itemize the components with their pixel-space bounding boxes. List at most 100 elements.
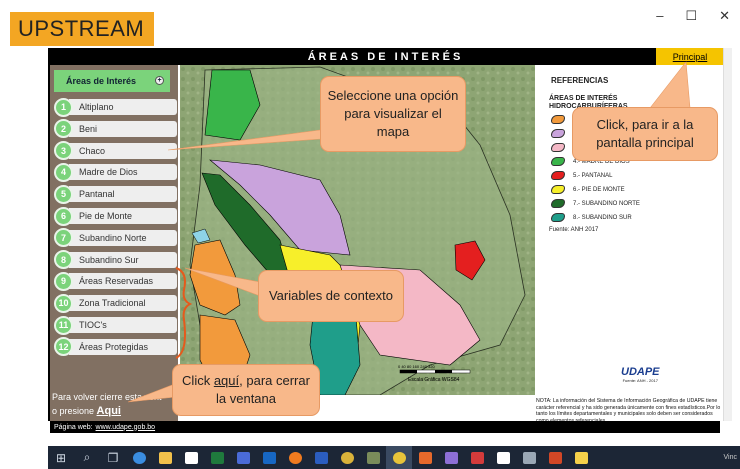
sidebar-item-number: 4 (54, 162, 73, 182)
scale-ticks: 0 40 80 160 240 320 (398, 364, 435, 369)
reference-label: 7.- SUBANDINO NORTE (573, 200, 640, 207)
sidebar-item-number: 10 (54, 293, 73, 313)
sidebar-item-label: Pie de Monte (69, 208, 177, 224)
sidebar-item-label: Áreas Protegidas (69, 338, 177, 355)
reference-swatch (551, 213, 565, 222)
principal-link[interactable]: Principal (656, 48, 724, 65)
firefox-icon[interactable] (282, 446, 308, 469)
sidebar-item-label: Beni (69, 120, 177, 137)
aqui-link[interactable]: Aqui (97, 405, 121, 417)
search-icon[interactable]: ⌕ (74, 446, 100, 469)
reference-item: 8.- SUBANDINO SUR (551, 213, 720, 222)
reference-label: 5.- PANTANAL (573, 172, 613, 179)
reference-swatch (551, 199, 565, 208)
photos-icon[interactable] (490, 446, 516, 469)
word-icon[interactable] (308, 446, 334, 469)
volver-line2: o presione (52, 405, 95, 416)
footer-bar: Página web: www.udape.gob.bo (50, 421, 720, 433)
sidebar-item-number: 3 (54, 141, 73, 161)
sidebar-item-number: 5 (54, 184, 73, 204)
maximize-button[interactable]: ☐ (685, 8, 697, 24)
reference-item: 7.- SUBANDINO NORTE (551, 199, 720, 208)
sidebar-item-label: Altiplano (69, 99, 177, 115)
reference-item: 5.- PANTANAL (551, 171, 720, 180)
references-title: REFERENCIAS (551, 76, 609, 85)
sidebar-item-label: Madre de Dios (69, 164, 177, 181)
task-view-icon[interactable]: ❐ (100, 446, 126, 469)
footer-label: Página web: (54, 423, 93, 431)
sidebar-item[interactable]: 5 Pantanal (54, 184, 178, 204)
sidebar: Áreas de Interés + 1 Altiplano 2 Beni 3 Chaco… (50, 65, 178, 421)
reference-swatch (551, 115, 565, 124)
reference-label: 6.- PIE DE MONTE (573, 186, 625, 193)
start-icon[interactable]: ⊞ (48, 446, 74, 469)
sidebar-item[interactable]: 2 Beni (54, 119, 178, 139)
app-icon-orange[interactable] (412, 446, 438, 469)
sidebar-item[interactable]: 10 Zona Tradicional (54, 293, 178, 313)
app-title: ÁREAS DE INTERÉS (307, 50, 464, 63)
sidebar-item-number: 1 (54, 97, 73, 117)
app-icon-yellow[interactable] (334, 446, 360, 469)
sidebar-item-label: Subandino Norte (69, 229, 177, 246)
app-icon-purple[interactable] (438, 446, 464, 469)
reference-swatch (551, 157, 565, 166)
scale-label: Escala Gráfica WGS84 (408, 377, 460, 383)
sidebar-item-number: 9 (54, 271, 73, 291)
app-icon-red-blue[interactable] (464, 446, 490, 469)
reference-label: 8.- SUBANDINO SUR (573, 214, 632, 221)
reference-swatch (551, 129, 565, 138)
sidebar-item[interactable]: 1 Altiplano (54, 97, 178, 117)
app-title-bar: ÁREAS DE INTERÉS Principal (48, 48, 724, 65)
sidebar-item-number: 8 (54, 250, 73, 270)
callout-seleccione-text: Seleccione una opción para visualizar el… (327, 88, 459, 139)
references-subtitle: ÁREAS DE INTERÉS (549, 95, 618, 102)
app-icon-gray[interactable] (516, 446, 542, 469)
areas-header-label: Áreas de Interés (66, 76, 137, 86)
sidebar-item[interactable]: 9 Áreas Reservadas (54, 271, 178, 291)
app-icon-blue[interactable] (230, 446, 256, 469)
udape-logo: UDAPE Fuente: ANH - 2017 (621, 366, 660, 383)
sidebar-item[interactable]: 8 Subandino Sur (54, 250, 178, 270)
sidebar-item[interactable]: 4 Madre de Dios (54, 162, 178, 182)
chrome-icon[interactable] (386, 446, 412, 469)
sidebar-item-label: Subandino Sur (69, 251, 177, 268)
store-icon[interactable] (178, 446, 204, 469)
sidebar-item-label: Áreas Reservadas (69, 273, 177, 290)
minimize-button[interactable]: – (656, 8, 663, 24)
outlook-icon[interactable] (256, 446, 282, 469)
sidebar-item-number: 6 (54, 206, 73, 226)
sidebar-item[interactable]: 11 TIOC's (54, 315, 178, 335)
sidebar-item[interactable]: 12 Áreas Protegidas (54, 337, 178, 357)
callout-variables: Variables de contexto (258, 270, 404, 322)
app-icon-photo[interactable] (360, 446, 386, 469)
reference-swatch (551, 185, 565, 194)
taskbar-vinc-text: Vinc (723, 454, 738, 461)
sidebar-item-label: Zona Tradicional (69, 295, 177, 312)
sidebar-item[interactable]: 3 Chaco (54, 141, 178, 161)
callout-seleccione: Seleccione una opción para visualizar el… (320, 76, 466, 152)
callout-principal: Click, para ir a la pantalla principal (572, 107, 718, 161)
reference-item: 6.- PIE DE MONTE (551, 185, 720, 194)
sidebar-item-label: Pantanal (69, 186, 177, 203)
udape-logo-source: Fuente: ANH - 2017 (622, 378, 658, 383)
window-scrollbar[interactable] (723, 48, 732, 421)
volver-line1: Para volver cierre esta vent (52, 392, 162, 402)
callout-variables-text: Variables de contexto (268, 288, 394, 303)
edge-icon[interactable] (126, 446, 152, 469)
volver-text: Para volver cierre esta vent o presione … (52, 392, 162, 418)
sidebar-item[interactable]: 6 Pie de Monte (54, 206, 178, 226)
areas-header-button[interactable]: Áreas de Interés + (54, 70, 170, 92)
sidebar-item-label: Chaco (69, 142, 177, 159)
powerpoint-icon[interactable] (542, 446, 568, 469)
sidebar-item[interactable]: 7 Subandino Norte (54, 228, 178, 248)
scale-bar (399, 369, 471, 374)
folder-icon[interactable] (568, 446, 594, 469)
file-explorer-icon[interactable] (152, 446, 178, 469)
footer-link[interactable]: www.udape.gob.bo (96, 424, 156, 431)
udape-logo-text: UDAPE (621, 366, 660, 378)
references-source: Fuente: ANH 2017 (549, 227, 599, 233)
sidebar-item-label: TIOC's (69, 317, 177, 333)
close-button[interactable]: ✕ (719, 8, 730, 24)
excel-icon[interactable] (204, 446, 230, 469)
expand-icon: + (155, 76, 164, 85)
